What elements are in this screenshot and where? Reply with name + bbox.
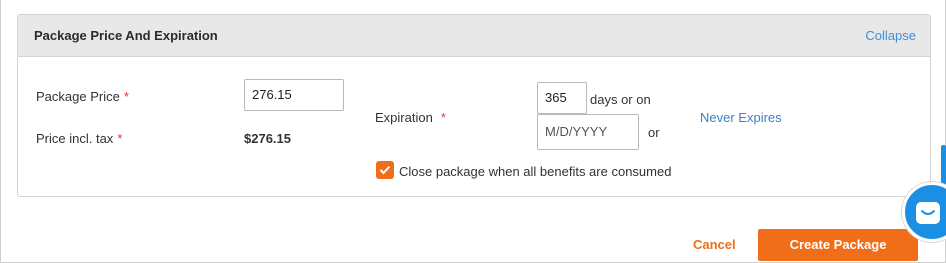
chat-widget-edge	[941, 145, 946, 185]
required-marker: *	[117, 131, 123, 146]
or-text: or	[648, 125, 660, 140]
days-suffix-text: days or on	[590, 92, 651, 107]
never-expires-link[interactable]: Never Expires	[700, 110, 782, 125]
checkmark-icon	[379, 165, 391, 175]
price-incl-tax-label: Price incl. tax *	[36, 131, 123, 146]
expiration-days-input[interactable]: 365	[537, 82, 587, 114]
cancel-button[interactable]: Cancel	[693, 237, 736, 252]
price-incl-tax-value: $276.15	[244, 131, 291, 146]
package-price-input[interactable]: 276.15	[244, 79, 344, 111]
collapse-link[interactable]: Collapse	[865, 28, 916, 43]
required-marker: *	[123, 89, 129, 104]
required-marker: *	[440, 110, 446, 125]
expiration-date-input[interactable]: M/D/YYYY	[537, 114, 639, 150]
package-price-label: Package Price *	[36, 89, 129, 104]
close-package-label: Close package when all benefits are cons…	[399, 164, 672, 179]
chat-bubble-icon	[916, 202, 940, 224]
create-package-button[interactable]: Create Package	[758, 229, 918, 261]
close-package-checkbox[interactable]	[376, 161, 394, 179]
panel-header: Package Price And Expiration Collapse	[18, 15, 930, 57]
panel-title: Package Price And Expiration	[34, 28, 218, 43]
expiration-label: Expiration *	[375, 110, 446, 125]
